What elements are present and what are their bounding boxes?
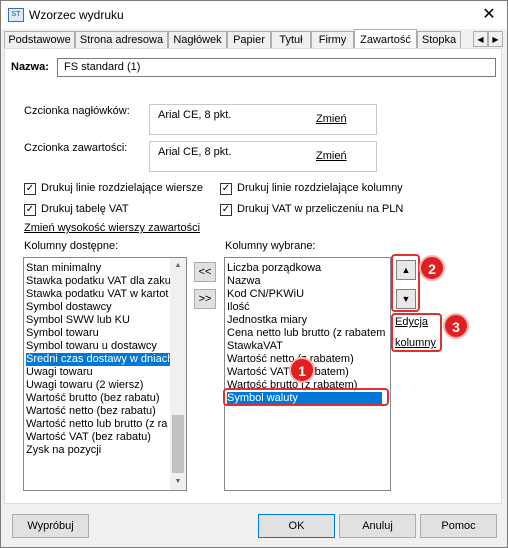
callout-badge-1: 1 bbox=[289, 357, 315, 383]
list-item[interactable]: Wartość brutto (bez rabatu) bbox=[26, 392, 159, 405]
content-font-value: Arial CE, 8 pkt. bbox=[158, 146, 232, 158]
move-left-button[interactable]: << bbox=[194, 262, 216, 282]
list-item[interactable]: Wartość VAT (bez rabatu) bbox=[26, 431, 151, 444]
print-template-dialog: ST Wzorzec wydruku ✕ Podstawowe Strona a… bbox=[0, 0, 508, 548]
scroll-down-icon[interactable]: ▼ bbox=[170, 474, 186, 490]
list-item[interactable]: Uwagi towaru bbox=[26, 366, 93, 379]
title-bar: ST Wzorzec wydruku ✕ bbox=[1, 1, 507, 29]
list-item[interactable]: Zysk na pozycji bbox=[26, 444, 101, 457]
tab-zawartosc[interactable]: Zawartość bbox=[354, 29, 417, 49]
vat-pln-checkbox[interactable]: ✓ bbox=[220, 204, 232, 216]
content-font-label: Czcionka zawartości: bbox=[24, 142, 128, 154]
ok-button[interactable]: OK bbox=[258, 514, 335, 538]
app-icon: ST bbox=[8, 8, 24, 22]
list-item[interactable]: Wartość netto lub brutto (z ra bbox=[26, 418, 167, 431]
window-title: Wzorzec wydruku bbox=[29, 8, 124, 22]
row-height-link[interactable]: Zmień wysokość wierszy zawartości bbox=[24, 222, 200, 234]
tab-scroll-left-icon[interactable]: ◀ bbox=[473, 31, 488, 47]
cancel-button[interactable]: Anuluj bbox=[339, 514, 416, 538]
help-button[interactable]: Pomoc bbox=[420, 514, 497, 538]
row-lines-checkbox[interactable]: ✓ bbox=[24, 183, 36, 195]
header-font-value: Arial CE, 8 pkt. bbox=[158, 109, 232, 121]
list-item[interactable]: Stawka podatku VAT dla zakup bbox=[26, 275, 177, 288]
tab-podstawowe[interactable]: Podstawowe bbox=[4, 31, 75, 48]
list-item[interactable]: Kod CN/PKWiU bbox=[227, 288, 304, 301]
header-font-box: Arial CE, 8 pkt. Zmień bbox=[149, 104, 377, 135]
name-input[interactable]: FS standard (1) bbox=[57, 58, 496, 77]
header-font-change-link[interactable]: Zmień bbox=[316, 113, 347, 125]
vat-table-label: Drukuj tabelę VAT bbox=[41, 203, 129, 215]
tab-papier[interactable]: Papier bbox=[227, 31, 271, 48]
available-scrollbar[interactable]: ▲ ▼ bbox=[170, 258, 186, 490]
list-item[interactable]: Symbol SWW lub KU bbox=[26, 314, 130, 327]
highlight-edit-link bbox=[391, 313, 442, 352]
list-item[interactable]: Wartość netto (bez rabatu) bbox=[26, 405, 156, 418]
vat-pln-label: Drukuj VAT w przeliczeniu na PLN bbox=[237, 203, 404, 215]
list-item[interactable]: Nazwa bbox=[227, 275, 261, 288]
list-item[interactable]: Stan minimalny bbox=[26, 262, 101, 275]
tab-stopka[interactable]: Stopka bbox=[417, 31, 461, 48]
vat-table-checkbox[interactable]: ✓ bbox=[24, 204, 36, 216]
column-lines-label: Drukuj linie rozdzielające kolumny bbox=[237, 182, 403, 194]
scroll-thumb[interactable] bbox=[172, 415, 184, 473]
tab-firmy[interactable]: Firmy bbox=[311, 31, 354, 48]
scroll-up-icon[interactable]: ▲ bbox=[170, 258, 186, 274]
available-columns-list[interactable]: Stan minimalny Stawka podatku VAT dla za… bbox=[23, 257, 187, 491]
list-item[interactable]: Jednostka miary bbox=[227, 314, 307, 327]
name-label: Nazwa: bbox=[11, 61, 49, 73]
close-icon[interactable]: ✕ bbox=[479, 5, 499, 25]
callout-badge-3: 3 bbox=[443, 313, 469, 339]
list-item[interactable]: Liczba porządkowa bbox=[227, 262, 321, 275]
list-item[interactable]: Ilość bbox=[227, 301, 250, 314]
tab-scroll-right-icon[interactable]: ▶ bbox=[488, 31, 503, 47]
highlight-order-buttons bbox=[391, 254, 420, 312]
column-lines-checkbox[interactable]: ✓ bbox=[220, 183, 232, 195]
list-item[interactable]: Uwagi towaru (2 wiersz) bbox=[26, 379, 143, 392]
callout-badge-2: 2 bbox=[419, 255, 445, 281]
tab-tytul[interactable]: Tytuł bbox=[271, 31, 311, 48]
highlight-selected-column bbox=[223, 388, 389, 406]
tab-naglowek[interactable]: Nagłówek bbox=[168, 31, 227, 48]
list-item[interactable]: Wartość VAT (z rabatem) bbox=[227, 366, 349, 379]
list-item[interactable]: Cena netto lub brutto (z rabatem bbox=[227, 327, 385, 340]
move-right-button[interactable]: >> bbox=[194, 289, 216, 309]
tab-strona-adresowa[interactable]: Strona adresowa bbox=[75, 31, 168, 48]
list-item[interactable]: Symbol towaru bbox=[26, 327, 99, 340]
header-font-label: Czcionka nagłówków: bbox=[24, 105, 130, 117]
chosen-columns-label: Kolumny wybrane: bbox=[225, 240, 316, 252]
list-item[interactable]: Symbol towaru u dostawcy bbox=[26, 340, 157, 353]
content-font-change-link[interactable]: Zmień bbox=[316, 150, 347, 162]
list-item[interactable]: StawkaVAT bbox=[227, 340, 283, 353]
test-button[interactable]: Wypróbuj bbox=[12, 514, 89, 538]
list-item-selected[interactable]: Średni czas dostawy w dniach bbox=[26, 353, 176, 366]
row-lines-label: Drukuj linie rozdzielające wiersze bbox=[41, 182, 204, 194]
list-item[interactable]: Stawka podatku VAT w kartot bbox=[26, 288, 168, 301]
available-columns-label: Kolumny dostępne: bbox=[24, 240, 119, 252]
list-item[interactable]: Symbol dostawcy bbox=[26, 301, 112, 314]
content-font-box: Arial CE, 8 pkt. Zmień bbox=[149, 141, 377, 172]
